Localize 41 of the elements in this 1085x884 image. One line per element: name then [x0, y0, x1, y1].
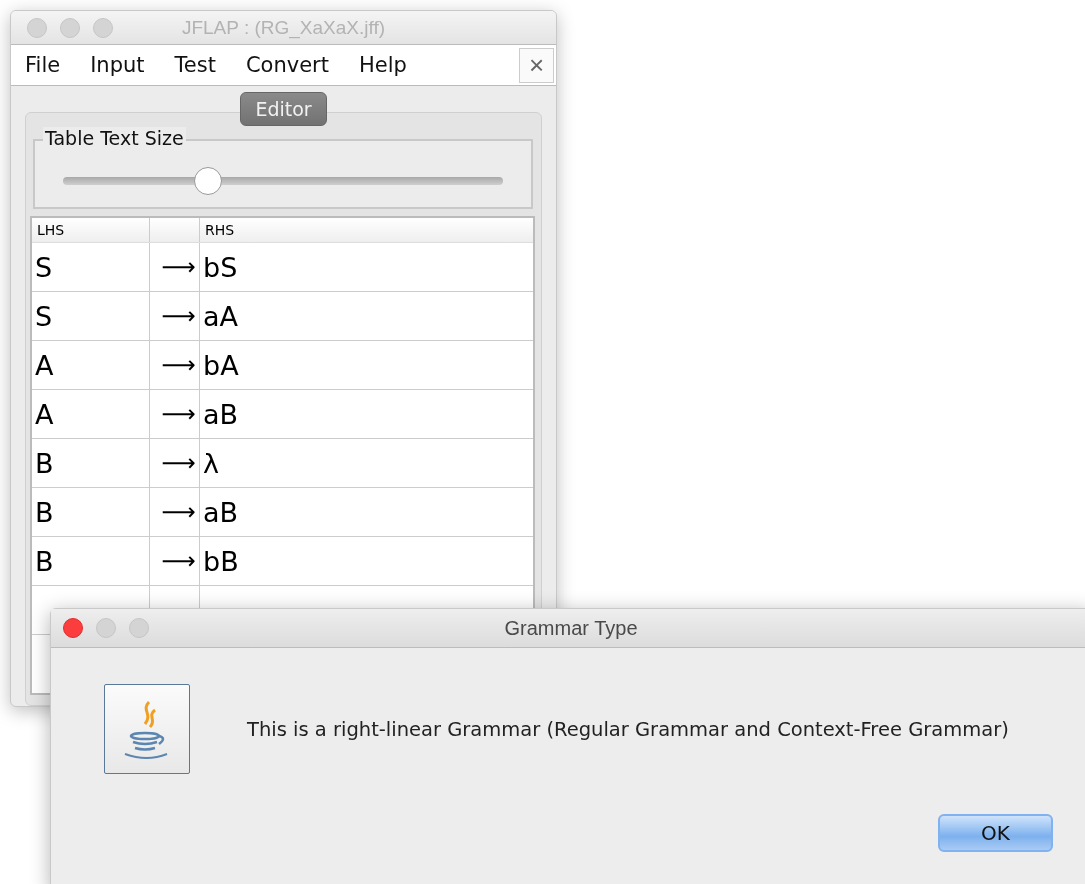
menu-item[interactable]: Convert [245, 53, 344, 77]
table-cell[interactable]: ⟶ [150, 537, 200, 585]
table-cell[interactable]: bB [200, 537, 533, 585]
table-cell[interactable]: ⟶ [150, 292, 200, 340]
table-cell[interactable]: bA [200, 341, 533, 389]
table-cell[interactable]: S [32, 243, 150, 291]
window-control-icon[interactable] [63, 618, 83, 638]
column-header[interactable]: RHS [200, 218, 533, 242]
table-cell[interactable]: B [32, 488, 150, 536]
table-cell[interactable]: ⟶ [150, 341, 200, 389]
table-cell[interactable]: aB [200, 390, 533, 438]
dialog-title: Grammar Type [504, 616, 638, 640]
text-size-slider[interactable] [63, 167, 503, 195]
close-button[interactable]: × [519, 47, 554, 83]
table-cell[interactable]: ⟶ [150, 488, 200, 536]
dialog-message: This is a right-linear Grammar (Regular Grammar and Context-Free Grammar) [247, 717, 1009, 741]
table-cell[interactable]: aB [200, 488, 533, 536]
slider-thumb[interactable] [194, 167, 223, 195]
window-control-icon[interactable] [27, 17, 47, 38]
table-cell[interactable]: λ [200, 439, 533, 487]
table-cell[interactable]: ⟶ [150, 439, 200, 487]
menu-item[interactable]: Input [90, 53, 160, 77]
menu-item[interactable]: Help [358, 53, 422, 77]
window-title: JFLAP : (RG_XaXaX.jff) [181, 16, 386, 39]
menu-item[interactable]: File [25, 53, 76, 77]
table-cell[interactable]: A [32, 390, 150, 438]
cup-icon [104, 684, 190, 774]
table-cell[interactable]: S [32, 292, 150, 340]
ok-button[interactable]: OK [938, 814, 1053, 852]
window-control-icon[interactable] [60, 17, 80, 38]
menu-item[interactable]: Test [174, 53, 231, 77]
table-cell[interactable]: B [32, 537, 150, 585]
table-cell[interactable]: bS [200, 243, 533, 291]
table-cell[interactable]: aA [200, 292, 533, 340]
table-cell[interactable]: ⟶ [150, 390, 200, 438]
table-cell[interactable]: B [32, 439, 150, 487]
column-header[interactable]: LHS [32, 218, 150, 242]
editor-tab[interactable]: Editor [240, 92, 327, 126]
table-cell[interactable]: ⟶ [150, 243, 200, 291]
table-cell[interactable]: A [32, 341, 150, 389]
window-control-icon[interactable] [93, 17, 113, 38]
